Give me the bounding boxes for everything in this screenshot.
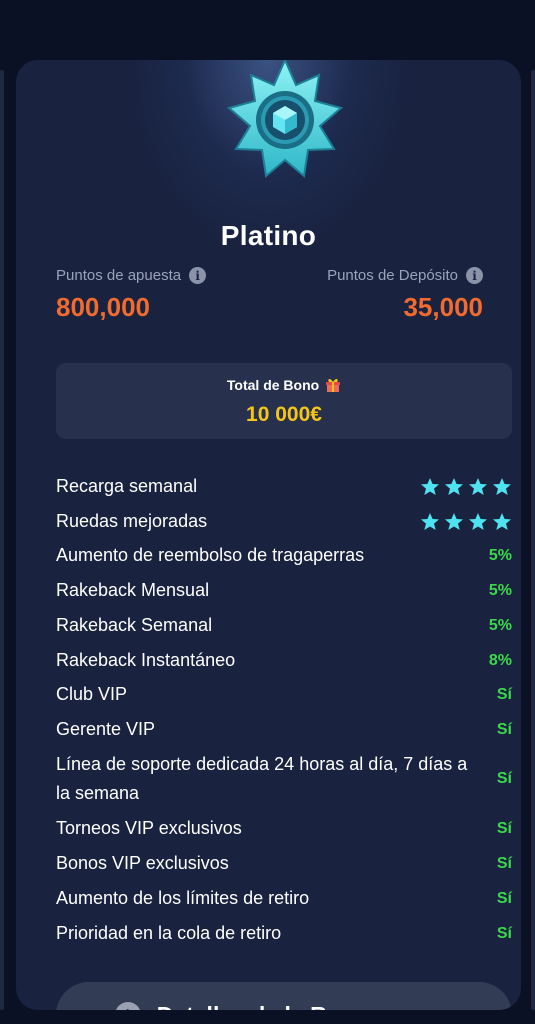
benefit-row: Recarga semanal <box>56 472 512 501</box>
benefit-value: 8% <box>488 651 512 669</box>
benefit-value: Sí <box>496 770 512 787</box>
benefit-row: Aumento de los límites de retiro Sí <box>56 884 512 913</box>
benefit-row: Aumento de reembolso de tragaperras 5% <box>56 541 512 570</box>
benefit-value: Sí <box>496 720 512 738</box>
benefit-name: Aumento de reembolso de tragaperras <box>56 545 365 565</box>
star-icon <box>445 477 463 495</box>
reward-details-button[interactable]: i Detalles de la Recompensa <box>56 982 512 1010</box>
benefit-name: Torneos VIP exclusivos <box>56 818 242 838</box>
deposit-points-value: 35,000 <box>403 292 483 322</box>
benefit-name: Recarga semanal <box>56 476 198 496</box>
bonus-total-box: Total de Bono 10 000€ <box>56 363 512 439</box>
benefit-name: Rakeback Semanal <box>56 615 213 635</box>
benefit-value: 5% <box>488 581 512 599</box>
star-icon <box>469 477 487 495</box>
benefit-name: Aumento de los límites de retiro <box>56 888 310 908</box>
star-icon <box>445 512 463 530</box>
benefit-row: Torneos VIP exclusivos Sí <box>56 814 512 843</box>
benefit-name: Ruedas mejoradas <box>56 511 208 531</box>
benefit-value: Sí <box>496 685 512 703</box>
benefit-name: Gerente VIP <box>56 719 156 739</box>
bonus-total-label: Total de Bono <box>56 376 512 393</box>
benefit-name: Bonos VIP exclusivos <box>56 853 229 873</box>
bonus-total-value: 10 000€ <box>246 403 322 426</box>
info-icon[interactable]: i <box>466 267 483 284</box>
bet-points-label: Puntos de apuesta i <box>56 267 207 284</box>
star-icon <box>493 512 511 530</box>
adjacent-card-edge-left <box>0 70 4 1010</box>
level-title: Platino <box>220 220 317 251</box>
benefit-value: 5% <box>488 616 512 634</box>
benefit-row: Rakeback Instantáneo 8% <box>56 646 512 675</box>
benefit-name: Rakeback Mensual <box>56 580 210 600</box>
benefit-value: Sí <box>496 889 512 907</box>
star-icon <box>421 477 439 495</box>
benefit-stars <box>420 512 512 532</box>
deposit-points-label-text: Puntos de Depósito <box>327 267 458 284</box>
benefit-name: Línea de soporte dedicada 24 horas al dí… <box>56 754 468 803</box>
benefit-row: Rakeback Mensual 5% <box>56 576 512 605</box>
bonus-total-label-text: Total de Bono <box>226 377 320 393</box>
info-icon: i <box>114 1002 141 1010</box>
benefit-name: Club VIP <box>56 684 128 704</box>
platinum-badge-icon <box>226 60 344 178</box>
benefit-value: 5% <box>488 546 512 564</box>
info-icon[interactable]: i <box>189 267 207 284</box>
benefit-row: Rakeback Semanal 5% <box>56 611 512 640</box>
benefit-value: Sí <box>496 854 512 872</box>
benefit-row: Gerente VIP Sí <box>56 715 512 744</box>
benefit-row: Prioridad en la cola de retiro Sí <box>56 919 512 948</box>
benefit-row: Club VIP Sí <box>56 680 512 709</box>
bet-points-label-text: Puntos de apuesta <box>56 267 182 284</box>
benefit-value: Sí <box>496 924 512 942</box>
bet-points-value: 800,000 <box>56 292 150 322</box>
benefit-row: Ruedas mejoradas <box>56 507 512 536</box>
benefit-row: Bonos VIP exclusivos Sí <box>56 849 512 878</box>
star-icon <box>493 477 511 495</box>
adjacent-card-edge-right <box>531 70 535 1010</box>
reward-details-label: Detalles de la Recompensa <box>157 1002 454 1011</box>
star-icon <box>469 512 487 530</box>
benefit-value: Sí <box>496 819 512 837</box>
vip-level-card: Platino Puntos de apuesta i Puntos de De… <box>16 60 521 1010</box>
deposit-points-label: Puntos de Depósito i <box>327 267 483 284</box>
benefit-name: Rakeback Instantáneo <box>56 650 236 670</box>
benefit-stars <box>420 477 512 497</box>
gift-icon <box>326 378 341 392</box>
benefit-name: Prioridad en la cola de retiro <box>56 923 282 943</box>
benefit-row: Línea de soporte dedicada 24 horas al dí… <box>56 750 512 808</box>
star-icon <box>421 512 439 530</box>
